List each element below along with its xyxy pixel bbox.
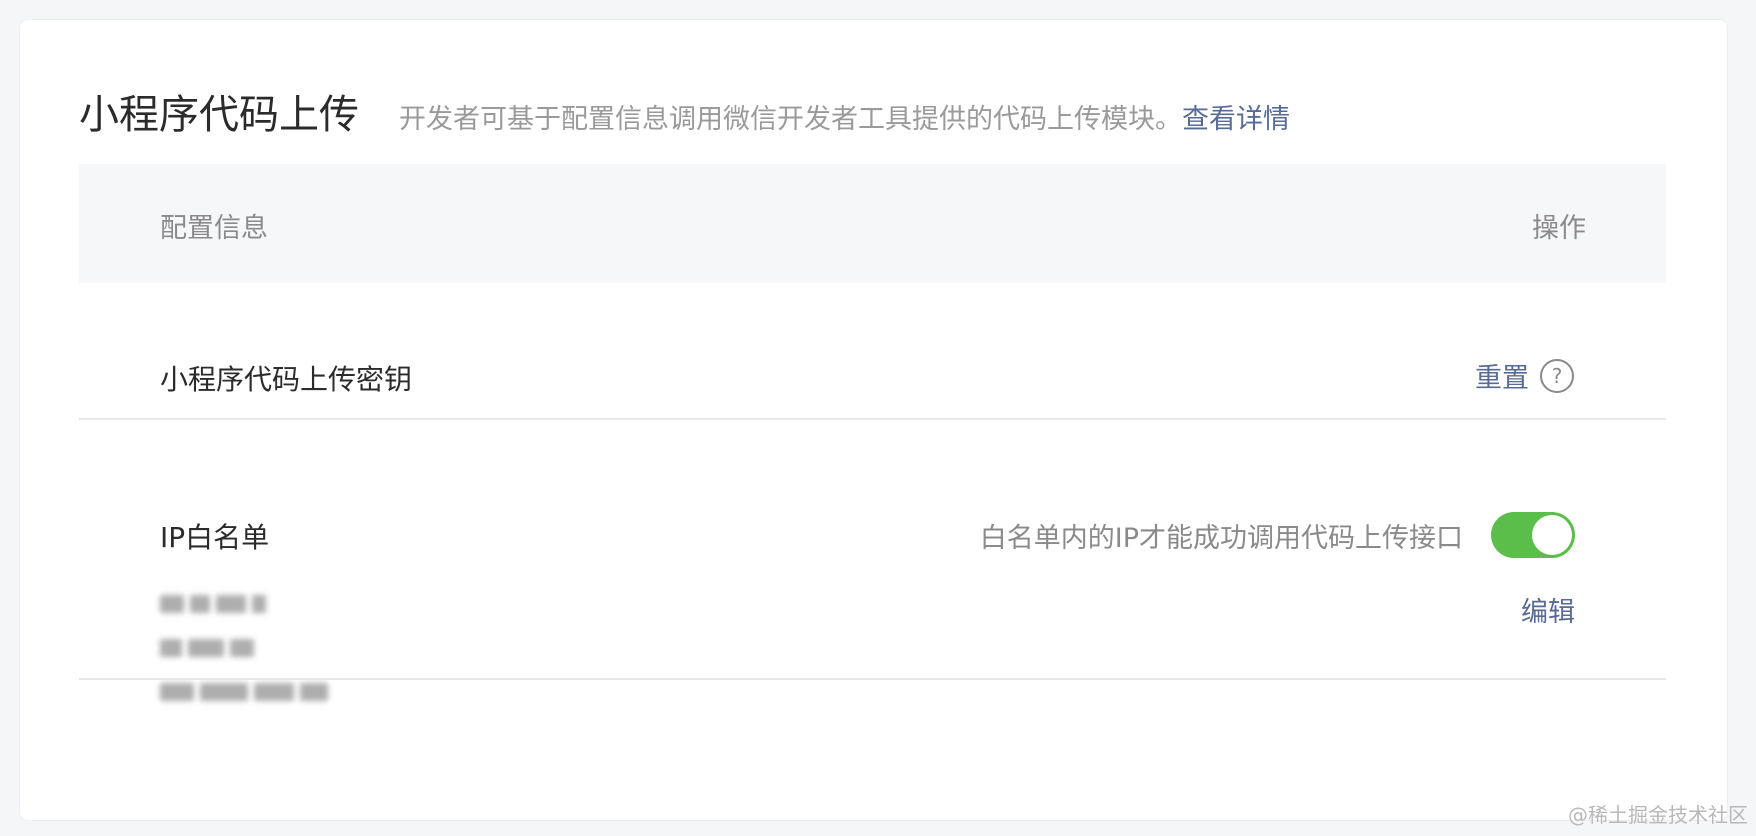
view-details-link[interactable]: 查看详情 [1182, 97, 1290, 136]
row-divider [79, 418, 1666, 420]
settings-card: 小程序代码上传 开发者可基于配置信息调用微信开发者工具提供的代码上传模块。 查看… [20, 20, 1727, 820]
svg-text:?: ? [1552, 364, 1563, 388]
ip-whitelist-label: IP白名单 [160, 521, 270, 554]
ip-whitelist-entries [160, 588, 334, 720]
ip-whitelist-hint: 白名单内的IP才能成功调用代码上传接口 [979, 523, 1463, 554]
page-description: 开发者可基于配置信息调用微信开发者工具提供的代码上传模块。 [399, 104, 1182, 135]
watermark: @稀土掘金技术社区 [1568, 803, 1748, 827]
upload-key-label: 小程序代码上传密钥 [160, 363, 413, 396]
edit-ip-whitelist-button[interactable]: 编辑 [1521, 590, 1575, 629]
ip-whitelist-toggle[interactable] [1491, 512, 1575, 558]
page-title: 小程序代码上传 [79, 92, 359, 138]
column-header-action: 操作 [1532, 213, 1586, 244]
question-circle-icon[interactable]: ? [1539, 358, 1575, 394]
ip-entry-blurred [160, 676, 334, 708]
reset-action: 重置 ? [1475, 356, 1575, 395]
ip-entry-blurred [160, 632, 334, 664]
column-header-config: 配置信息 [160, 213, 268, 244]
ip-entry-blurred [160, 588, 334, 620]
table-header: 配置信息 操作 [79, 164, 1666, 283]
title-row: 小程序代码上传 开发者可基于配置信息调用微信开发者工具提供的代码上传模块。 查看… [79, 82, 1290, 142]
toggle-knob [1532, 515, 1572, 555]
row-divider [79, 678, 1666, 680]
reset-button[interactable]: 重置 [1475, 356, 1529, 395]
